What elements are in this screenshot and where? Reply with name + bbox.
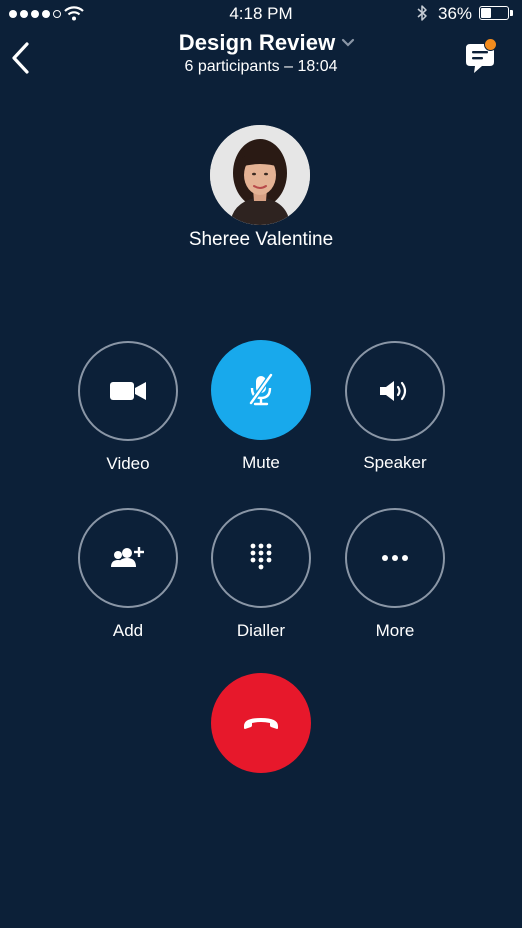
avatar-photo	[210, 125, 310, 225]
more-label: More	[375, 621, 415, 640]
mute-button[interactable]	[211, 340, 311, 440]
bluetooth-icon	[416, 4, 428, 27]
speaker-button[interactable]	[345, 341, 445, 441]
mute-label: Mute	[242, 453, 280, 472]
mic-off-icon	[248, 373, 274, 406]
dialler-label: Dialler	[236, 621, 286, 640]
video-button[interactable]	[78, 341, 178, 441]
add-people-icon	[111, 547, 144, 567]
call-header: Design Review 6 participants – 18:04	[0, 30, 522, 76]
end-call-button[interactable]	[211, 673, 311, 773]
add-participant-button[interactable]	[78, 508, 178, 608]
video-camera-icon	[110, 382, 146, 400]
dialler-button[interactable]	[211, 508, 311, 608]
battery-icon	[479, 6, 513, 20]
video-label: Video	[106, 454, 150, 473]
battery-fill	[481, 8, 492, 18]
more-icon	[382, 555, 408, 561]
hang-up-icon	[244, 718, 278, 729]
speaker-icon	[380, 381, 407, 401]
call-subtitle: 6 participants – 18:04	[184, 58, 338, 75]
unread-badge	[484, 38, 497, 51]
speaker-label: Speaker	[363, 453, 427, 472]
dialpad-icon	[250, 543, 272, 570]
chevron-down-icon	[342, 38, 355, 47]
status-bar: 4:18 PM 36%	[0, 0, 522, 28]
more-button[interactable]	[345, 508, 445, 608]
chat-button[interactable]	[462, 38, 502, 76]
conversation-title-button[interactable]: Design Review	[179, 30, 356, 56]
add-label: Add	[112, 621, 144, 640]
avatar	[210, 125, 310, 225]
caller-name: Sheree Valentine	[188, 229, 334, 250]
conversation-title: Design Review	[178, 30, 336, 55]
battery-percent: 36%	[438, 4, 473, 23]
